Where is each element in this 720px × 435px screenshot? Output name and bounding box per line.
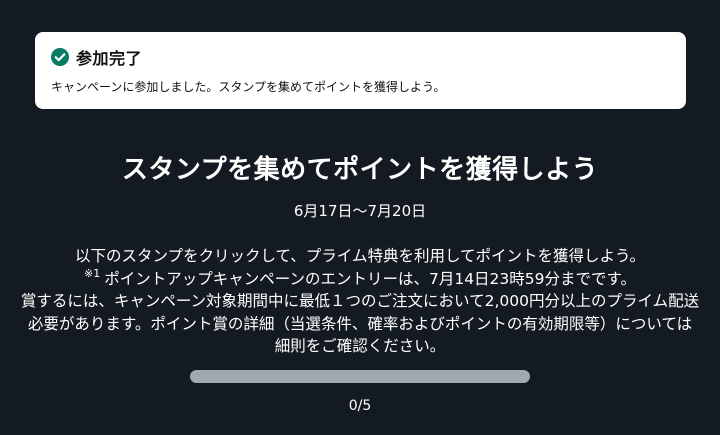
- stamp-progress-bar: [190, 370, 530, 383]
- description-entry-text: ポイントアップキャンペーンのエントリーは、7月14日23時59分までです。: [104, 269, 636, 288]
- campaign-title: スタンプを集めてポイントを獲得しよう: [121, 155, 599, 185]
- alert-title: 参加完了: [76, 49, 143, 68]
- description-line: 以下のスタンプをクリックして、プライム特典を利用してポイントを獲得しよう。: [74, 247, 646, 265]
- campaign-description: 以下のスタンプをクリックして、プライム特典を利用してポイントを獲得しよう。 ※1…: [0, 245, 720, 358]
- description-line: 必要があります。ポイント賞の詳細（当選条件、確率およびポイントの有効期限等）につ…: [27, 314, 693, 333]
- check-circle-icon: [51, 48, 69, 66]
- campaign-date-range: 6月17日～7月20日: [293, 202, 427, 220]
- note-mark: ※1: [84, 267, 101, 281]
- campaign-page: 参加完了 キャンペーンに参加しました。スタンプを集めてポイントを獲得しよう。 ス…: [0, 0, 720, 435]
- alert-header: 参加完了: [51, 45, 670, 69]
- description-line-entry: ※1 ポイントアップキャンペーンのエントリーは、7月14日23時59分までです。: [0, 268, 720, 291]
- description-line: 賞するには、キャンペーン対象期間中に最低１つのご注文において2,000円分以上の…: [20, 292, 700, 310]
- description-line: 細則をご確認ください。: [274, 337, 446, 355]
- alert-message: キャンペーンに参加しました。スタンプを集めてポイントを獲得しよう。: [51, 80, 446, 94]
- stamp-progress-count: 0/5: [348, 398, 372, 414]
- success-alert: 参加完了 キャンペーンに参加しました。スタンプを集めてポイントを獲得しよう。: [35, 32, 686, 109]
